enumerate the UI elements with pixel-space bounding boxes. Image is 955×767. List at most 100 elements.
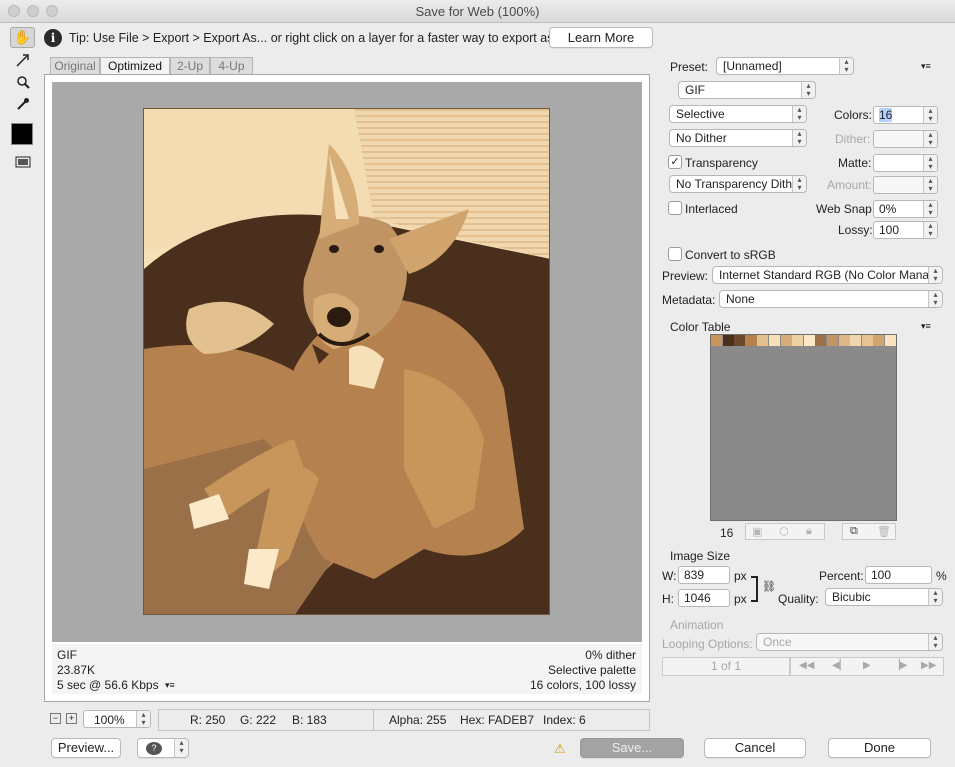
- transparency-checkbox[interactable]: ✓: [668, 155, 682, 169]
- color-reduction-select[interactable]: Selective ▴ ▾: [669, 105, 807, 123]
- color-swatch[interactable]: [792, 335, 804, 346]
- transparency-label: Transparency: [685, 156, 758, 170]
- percent-field[interactable]: 100: [865, 566, 932, 584]
- metadata-chevron-icon: ▴ ▾: [928, 291, 942, 307]
- format-select[interactable]: GIF ▴ ▾: [678, 81, 816, 99]
- percent-unit: %: [936, 569, 947, 583]
- color-swatch[interactable]: [838, 335, 850, 346]
- convert-srgb-label: Convert to sRGB: [685, 248, 776, 262]
- width-value: 839: [684, 568, 705, 582]
- transparency-dither-select[interactable]: No Transparency Dither ▴ ▾: [669, 175, 807, 193]
- browser-icon: ?: [146, 742, 162, 755]
- trash-icon[interactable]: 🗑︎: [877, 525, 891, 538]
- interlaced-label: Interlaced: [685, 202, 738, 216]
- hand-tool-icon[interactable]: ✋: [10, 27, 35, 48]
- preset-select[interactable]: [Unnamed] ▴ ▾: [716, 57, 854, 75]
- color-swatch[interactable]: [803, 335, 815, 346]
- pixel-g: G: 222: [240, 713, 277, 727]
- color-swatch[interactable]: [711, 335, 722, 346]
- done-button[interactable]: Done: [828, 738, 931, 758]
- color-swatch[interactable]: [885, 335, 896, 346]
- eyedropper-tool-icon[interactable]: [10, 93, 35, 114]
- link-icon[interactable]: ⛓︎: [762, 580, 776, 593]
- convert-srgb-checkbox[interactable]: [668, 247, 682, 261]
- color-swatch[interactable]: [734, 335, 746, 346]
- eyedropper-color-swatch[interactable]: [11, 123, 33, 145]
- lossy-field[interactable]: 100 ▴ ▾: [873, 221, 938, 239]
- amount-chevron-icon: ▴ ▾: [923, 177, 937, 193]
- optimize-menu-icon[interactable]: ▾≡: [921, 61, 931, 72]
- preset-chevron-icon: ▴ ▾: [839, 58, 853, 74]
- color-swatch[interactable]: [850, 335, 862, 346]
- lock-icon[interactable]: 🔒︎: [806, 525, 812, 538]
- metadata-label: Metadata:: [662, 293, 716, 307]
- zoom-out-icon[interactable]: −: [50, 713, 61, 724]
- last-frame-icon[interactable]: ▶▶: [921, 660, 936, 671]
- colors-field[interactable]: 16 ▴ ▾: [873, 106, 938, 124]
- color-table-menu-icon[interactable]: ▾≡: [921, 321, 931, 332]
- image-size-title: Image Size: [670, 549, 731, 563]
- slice-select-tool-icon[interactable]: [10, 49, 35, 70]
- height-field[interactable]: 1046: [678, 589, 730, 607]
- learn-more-button[interactable]: Learn More: [549, 27, 653, 48]
- pixel-alpha: Alpha: 255: [389, 713, 447, 727]
- color-swatch[interactable]: [780, 335, 792, 346]
- download-speed-menu-icon[interactable]: ▾≡: [165, 680, 175, 691]
- matte-select[interactable]: ▴ ▾: [873, 154, 938, 172]
- web-shift-icon[interactable]: ▣: [752, 525, 762, 538]
- looping-select: Once ▴ ▾: [756, 633, 943, 651]
- color-swatch[interactable]: [722, 335, 734, 346]
- save-button[interactable]: Save...: [580, 738, 684, 758]
- color-table-grid[interactable]: [710, 334, 897, 521]
- width-field[interactable]: 839: [678, 566, 730, 584]
- metadata-select[interactable]: None ▴ ▾: [719, 290, 943, 308]
- lossy-value: 100: [879, 223, 900, 237]
- color-swatch[interactable]: [873, 335, 885, 346]
- info-download-time: 5 sec @ 56.6 Kbps: [57, 678, 159, 692]
- width-label: W:: [662, 569, 677, 583]
- tab-4-up[interactable]: 4-Up: [210, 57, 253, 74]
- color-swatch[interactable]: [745, 335, 757, 346]
- colors-label: Colors:: [834, 108, 873, 122]
- next-frame-icon[interactable]: ▕▶: [892, 660, 907, 671]
- cube-icon[interactable]: ⬡: [779, 525, 789, 538]
- dither-algorithm-select[interactable]: No Dither ▴ ▾: [669, 129, 807, 147]
- color-swatch[interactable]: [827, 335, 838, 346]
- color-swatch[interactable]: [757, 335, 769, 346]
- browser-select[interactable]: ? ▴ ▾: [137, 738, 189, 758]
- preview-profile-select[interactable]: Internet Standard RGB (No Color Mana... …: [712, 266, 943, 284]
- play-icon[interactable]: ▶: [863, 660, 871, 671]
- zoom-level-select[interactable]: 100% ▴ ▾: [83, 710, 151, 728]
- tab-optimized[interactable]: Optimized: [100, 57, 170, 74]
- color-swatch[interactable]: [815, 335, 827, 346]
- preview-button[interactable]: Preview...: [51, 738, 121, 758]
- colors-chevron-icon: ▴ ▾: [923, 107, 937, 123]
- cancel-button[interactable]: Cancel: [704, 738, 806, 758]
- zoom-in-icon[interactable]: +: [66, 713, 77, 724]
- pixel-hex: Hex: FADEB7: [460, 713, 535, 727]
- info-file-size: 23.87K: [57, 663, 96, 677]
- quality-select[interactable]: Bicubic ▴ ▾: [825, 588, 943, 606]
- constrain-bracket: [751, 576, 758, 602]
- preset-value: [Unnamed]: [723, 59, 782, 73]
- toggle-slices-icon[interactable]: [10, 151, 35, 172]
- color-swatch[interactable]: [861, 335, 873, 346]
- tab-2-up[interactable]: 2-Up: [170, 57, 210, 74]
- zoom-tool-icon[interactable]: [10, 71, 35, 92]
- optimized-image-preview[interactable]: [143, 108, 550, 615]
- transparency-dither-chevron-icon: ▴ ▾: [792, 176, 806, 192]
- color-swatch[interactable]: [769, 335, 780, 346]
- interlaced-checkbox[interactable]: [668, 201, 682, 215]
- first-frame-icon[interactable]: ◀◀: [799, 660, 814, 671]
- new-color-icon[interactable]: ⧉: [850, 525, 858, 538]
- websnap-field[interactable]: 0% ▴ ▾: [873, 200, 938, 218]
- animation-title: Animation: [670, 618, 724, 632]
- zoom-level-value: 100%: [94, 713, 125, 727]
- dither-algorithm-value: No Dither: [676, 131, 727, 145]
- previous-frame-icon[interactable]: ◀▏: [832, 660, 847, 671]
- tab-original[interactable]: Original: [50, 57, 100, 74]
- width-unit: px: [734, 569, 747, 583]
- window-title: Save for Web (100%): [415, 4, 540, 19]
- dither-algorithm-chevron-icon: ▴ ▾: [792, 130, 806, 146]
- metadata-value: None: [726, 292, 755, 306]
